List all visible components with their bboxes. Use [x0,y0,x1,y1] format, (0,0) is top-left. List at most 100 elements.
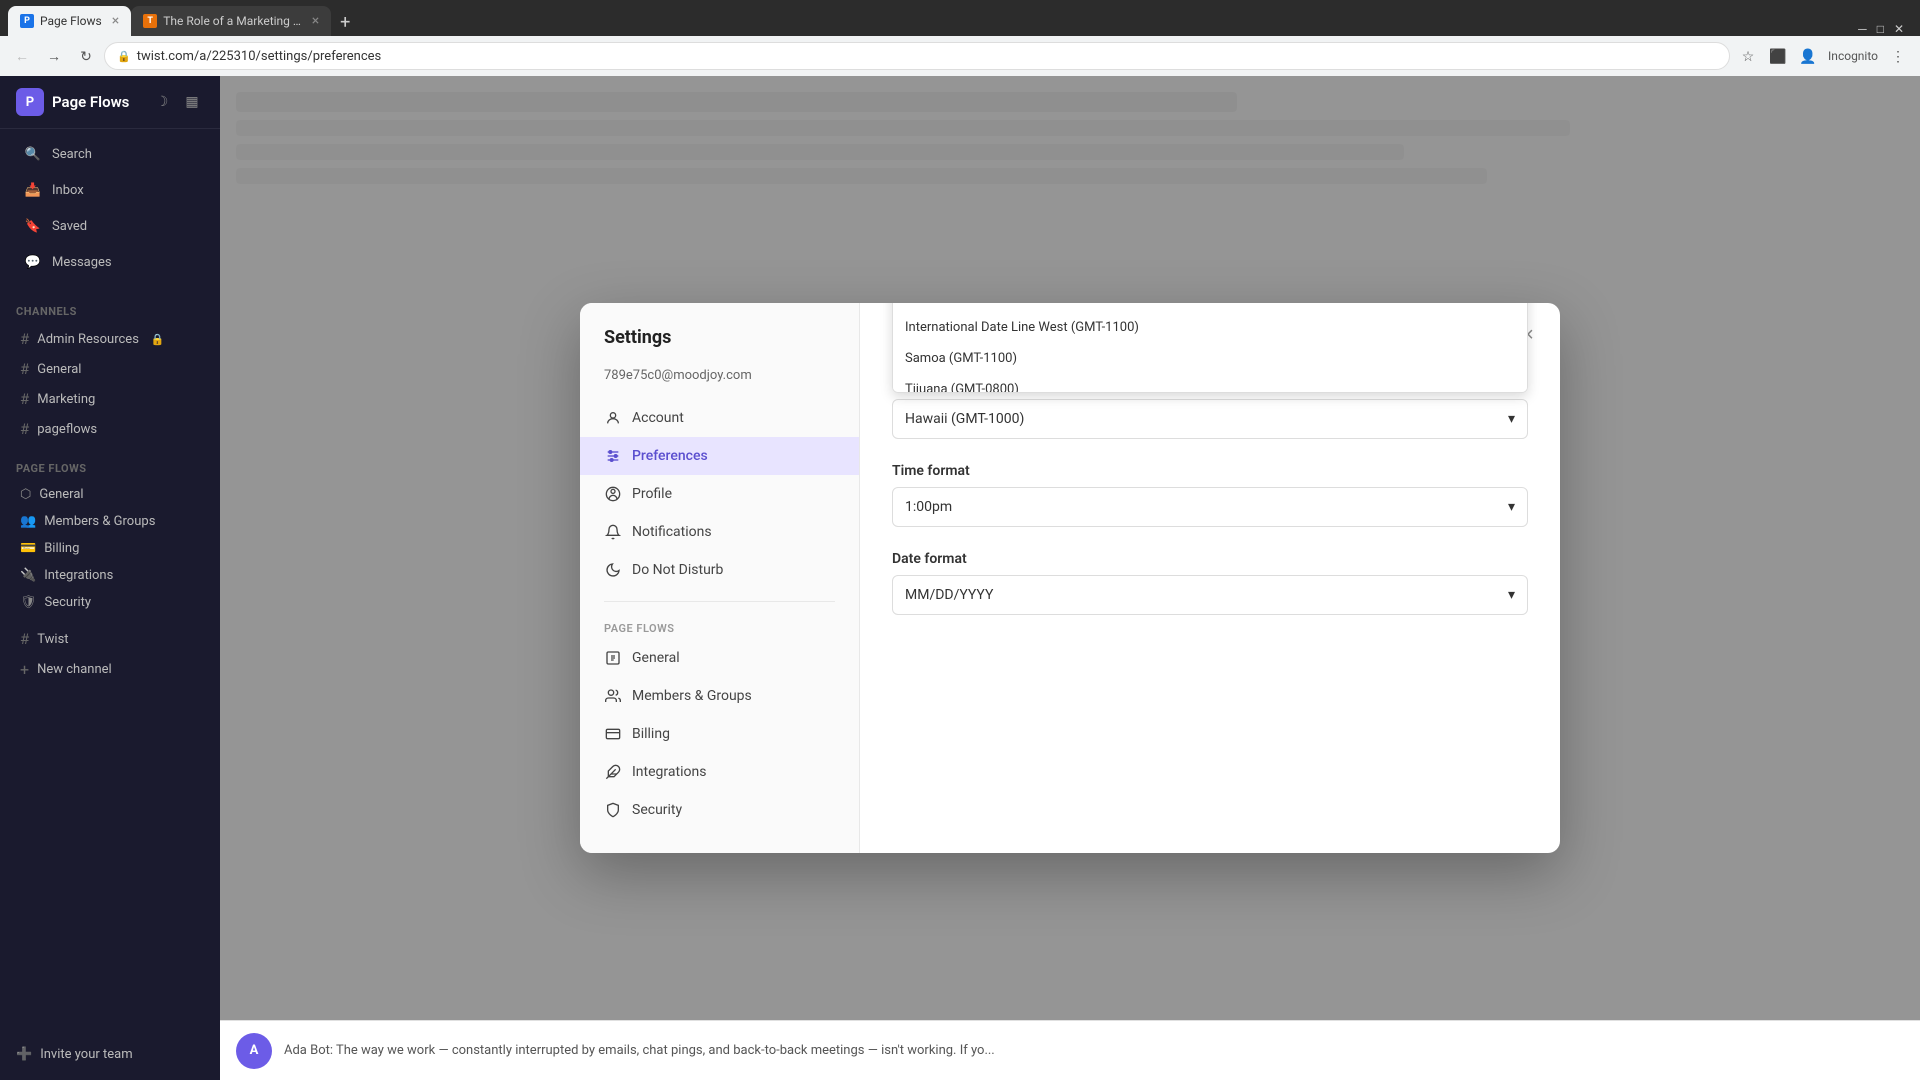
sidebar-pf-billing[interactable]: 💳 Billing [4,535,216,562]
settings-nav-profile-label: Profile [632,486,672,502]
hash-icon: # [20,360,29,378]
extensions-button[interactable]: ⬛ [1764,42,1792,70]
app-name: Page Flows [52,93,142,111]
app-container: P Page Flows ☽ ▦ 🔍 Search 📥 Inbox 🔖 Save… [0,76,1920,1080]
pf-section-header: Page Flows [0,456,220,481]
sidebar-pf-security[interactable]: 🛡 Security [4,589,216,616]
sidebar-new-channel[interactable]: + New channel [4,654,216,685]
channel-name-marketing: Marketing [37,392,95,407]
sidebar-pf-general[interactable]: ⬡ General [4,481,216,508]
sidebar-header: P Page Flows ☽ ▦ [0,76,220,129]
close-window-button[interactable]: ✕ [1894,22,1904,36]
shield-icon: 🛡 [20,595,37,610]
time-format-group: Time format 1:00pm ▾ [892,463,1528,527]
sidebar-item-saved[interactable]: 🔖 Saved [8,209,212,243]
twist-label: Twist [37,632,68,647]
settings-nav-pf-general[interactable]: General [580,639,859,677]
messages-label: Messages [52,255,112,270]
minimize-button[interactable]: ─ [1858,22,1867,36]
sidebar-item-messages[interactable]: 💬 Messages [8,245,212,279]
settings-nav-pf-integrations[interactable]: Integrations [580,753,859,791]
settings-nav-account-label: Account [632,410,684,426]
theme-toggle-button[interactable]: ☽ [150,90,174,114]
integrations-icon: 🔌 [20,568,36,583]
address-bar[interactable]: 🔒 twist.com/a/225310/settings/preference… [104,42,1730,70]
sidebar-channel-pageflows[interactable]: # pageflows [4,414,216,444]
channel-name-pageflows: pageflows [37,422,97,437]
bottom-message-bar: A Ada Bot: The way we work — constantly … [220,1020,1920,1080]
ssl-lock-icon: 🔒 [117,50,131,63]
bookmark-button[interactable]: ☆ [1734,42,1762,70]
back-button[interactable]: ← [8,42,36,70]
workspace-icon: ⬡ [20,487,31,502]
sidebar-pf-members[interactable]: 👥 Members & Groups [4,508,216,535]
menu-button[interactable]: ⋮ [1884,42,1912,70]
tab-favicon-1: P [20,14,34,28]
hash-icon: # [20,330,29,348]
timezone-select-trigger[interactable]: Hawaii (GMT-1000) ▾ [892,399,1528,439]
pf-members-label: Members & Groups [44,514,155,529]
billing-settings-icon [604,725,622,743]
people-settings-icon [604,687,622,705]
forward-button[interactable]: → [40,42,68,70]
settings-nav-profile[interactable]: Profile [580,475,859,513]
timezone-option-9[interactable]: Samoa (GMT-1100) [893,343,1527,374]
time-format-value: 1:00pm [905,499,952,515]
channel-name-admin: Admin Resources [37,332,139,347]
chevron-down-icon: ▾ [1508,411,1515,427]
tab-marketing[interactable]: T The Role of a Marketing Depart... × [131,6,331,36]
sidebar-pf-integrations[interactable]: 🔌 Integrations [4,562,216,589]
sidebar-item-inbox[interactable]: 📥 Inbox [8,173,212,207]
layout-toggle-button[interactable]: ▦ [180,90,204,114]
date-format-select[interactable]: MM/DD/YYYY ▾ [892,575,1528,615]
tab-close-1[interactable]: × [112,13,119,29]
settings-pf-section: Page Flows [580,614,859,639]
timezone-options-list: Hawaii (GMT-1000) Alaska (GMT-0900) Paci… [892,303,1528,393]
invite-icon: ➕ [16,1047,32,1062]
saved-icon: 🔖 [24,217,42,235]
tab-close-2[interactable]: × [312,13,319,29]
sliders-icon [604,447,622,465]
settings-email: 789e75c0@moodjoy.com [580,368,859,399]
sidebar-channel-admin-resources[interactable]: # Admin Resources 🔒 [4,324,216,354]
new-tab-button[interactable]: + [331,8,359,36]
settings-nav-pf-billing[interactable]: Billing [580,715,859,753]
moon-icon [604,561,622,579]
timezone-option-10[interactable]: Tijuana (GMT-0800) [893,374,1527,393]
pf-section-label: Page Flows [16,462,204,475]
timezone-dropdown: Hawaii (GMT-1000) Alaska (GMT-0900) Paci… [892,399,1528,439]
sidebar-channel-marketing[interactable]: # Marketing [4,384,216,414]
sidebar-twist[interactable]: # Twist [4,624,216,654]
time-format-chevron: ▾ [1508,499,1515,515]
settings-nav-notifications-label: Notifications [632,524,712,540]
settings-nav-notifications[interactable]: Notifications [580,513,859,551]
channels-section-header: Channels [0,299,220,324]
date-format-chevron: ▾ [1508,587,1515,603]
sidebar-item-search[interactable]: 🔍 Search [8,137,212,171]
maximize-button[interactable]: □ [1877,22,1884,36]
settings-nav-dnd-label: Do Not Disturb [632,562,723,578]
tab-favicon-2: T [143,14,157,28]
puzzle-icon [604,763,622,781]
account-icon [604,409,622,427]
timezone-option-8[interactable]: International Date Line West (GMT-1100) [893,312,1527,343]
sidebar-header-icons: ☽ ▦ [150,90,204,114]
profile-button[interactable]: 👤 [1794,42,1822,70]
reload-button[interactable]: ↻ [72,42,100,70]
sidebar-channel-general[interactable]: # General [4,354,216,384]
workspace-settings-icon [604,649,622,667]
search-icon: 🔍 [24,145,42,163]
billing-icon: 💳 [20,541,36,556]
tab-page-flows[interactable]: P Page Flows × [8,6,131,36]
time-format-label: Time format [892,463,1528,479]
settings-nav-account[interactable]: Account [580,399,859,437]
bot-avatar: A [236,1033,272,1069]
settings-nav-preferences[interactable]: Preferences [580,437,859,475]
settings-nav-pf-members[interactable]: Members & Groups [580,677,859,715]
inbox-label: Inbox [52,183,84,198]
settings-nav-pf-security[interactable]: Security [580,791,859,829]
settings-nav-dnd[interactable]: Do Not Disturb [580,551,859,589]
invite-team-button[interactable]: ➕ Invite your team [16,1041,204,1068]
timezone-option-7[interactable]: Indiana (East) (GMT-0500) [893,303,1527,312]
time-format-select[interactable]: 1:00pm ▾ [892,487,1528,527]
